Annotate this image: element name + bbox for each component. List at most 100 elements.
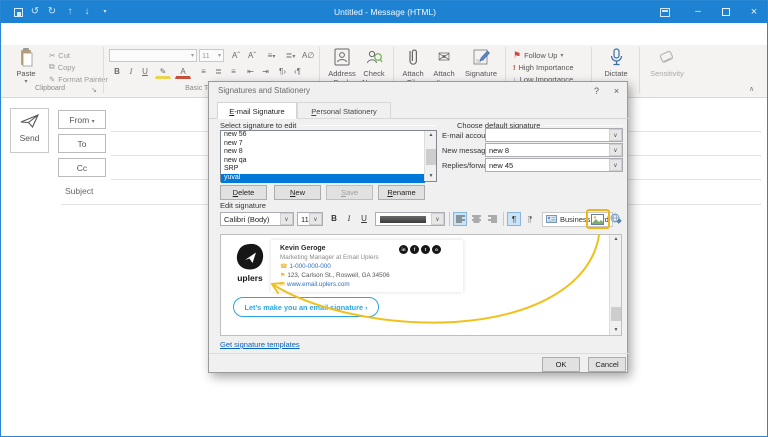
rtl-paragraph-icon[interactable]: ‹¶ xyxy=(291,66,304,77)
ltr-direction-icon[interactable]: ¶ xyxy=(507,212,521,226)
combo-caret-icon[interactable]: ∨ xyxy=(609,159,622,171)
scroll-down-icon[interactable]: ▼ xyxy=(610,326,622,335)
cancel-button[interactable]: Cancel xyxy=(588,357,626,372)
combo-caret-icon[interactable]: ∨ xyxy=(609,144,622,156)
card-phone[interactable]: 1-000-000-000 xyxy=(289,263,330,270)
send-button[interactable]: Send xyxy=(10,108,49,153)
cta-button[interactable]: Let's make you an email signature › xyxy=(233,297,379,317)
undo-icon[interactable]: ↺ xyxy=(28,5,42,19)
tab-personal-stationery[interactable]: Personal Stationery xyxy=(297,102,391,119)
card-website[interactable]: www.email.uplers.com xyxy=(287,281,350,288)
list-item-selected[interactable]: yuval xyxy=(221,173,425,183)
instagram-icon[interactable]: o xyxy=(432,245,441,254)
facebook-icon[interactable]: f xyxy=(410,245,419,254)
scroll-up-icon[interactable]: ▲ xyxy=(425,131,437,140)
insert-hyperlink-icon[interactable] xyxy=(609,211,623,227)
numbering-icon[interactable]: ≣▾ xyxy=(282,50,299,61)
linkedin-icon[interactable]: in xyxy=(399,245,408,254)
ltr-paragraph-icon[interactable]: ¶› xyxy=(276,66,289,77)
list-item[interactable]: SRP xyxy=(221,165,425,174)
email-account-combo[interactable]: ∨ xyxy=(485,128,623,142)
align-center-icon[interactable]: ≣ xyxy=(212,66,225,77)
paste-button[interactable]: Paste ▾ xyxy=(9,46,43,85)
font-color-icon[interactable]: A xyxy=(175,66,191,79)
ribbon-display-options-icon[interactable] xyxy=(653,1,677,23)
bold-button[interactable]: B xyxy=(111,66,123,77)
list-item[interactable]: new 56 xyxy=(221,131,425,140)
sig-align-right-icon[interactable] xyxy=(485,212,499,226)
dialog-close-button[interactable]: × xyxy=(609,84,624,98)
align-left-icon[interactable]: ≡ xyxy=(197,66,210,77)
list-item[interactable]: new 7 xyxy=(221,140,425,149)
collapse-ribbon-icon[interactable]: ∧ xyxy=(749,85,754,93)
rtl-direction-icon[interactable]: ¶ xyxy=(523,212,537,226)
customize-qat-icon[interactable]: ▾ xyxy=(98,5,112,19)
grow-font-icon[interactable]: Aˆ xyxy=(229,50,243,61)
bullets-icon[interactable]: ≡▾ xyxy=(263,50,280,61)
combo-caret-icon[interactable]: ∨ xyxy=(309,213,322,225)
sig-bold-button[interactable]: B xyxy=(328,213,340,224)
align-right-icon[interactable]: ≡ xyxy=(227,66,240,77)
edit-area-scrollbar[interactable]: ▲ ▼ xyxy=(609,235,621,335)
scroll-up-icon[interactable]: ▲ xyxy=(610,235,622,244)
save-icon[interactable] xyxy=(11,5,25,19)
ok-button[interactable]: OK xyxy=(542,357,580,372)
maximize-button[interactable] xyxy=(713,1,739,23)
decrease-indent-icon[interactable]: ⇤ xyxy=(244,66,257,77)
scroll-thumb[interactable] xyxy=(426,149,436,165)
signature-button[interactable]: Signature xyxy=(461,46,501,78)
sig-align-center-icon[interactable] xyxy=(469,212,483,226)
signature-edit-area[interactable]: uplers Kevin Geroge Marketing Manager at… xyxy=(220,234,622,336)
format-painter-button[interactable]: ✎ Format Painter xyxy=(49,73,108,85)
sig-align-left-icon[interactable] xyxy=(453,212,467,226)
card-address-row: ⚑ 123, Carlson St., Roswell, GA 34506 xyxy=(280,272,390,279)
font-family-combo[interactable]: ▾ xyxy=(109,49,197,62)
font-size-combo[interactable]: 11 ▾ xyxy=(199,49,224,62)
copy-button[interactable]: ⧉ Copy xyxy=(49,61,75,73)
cut-button[interactable]: ✂ Cut xyxy=(49,49,70,61)
italic-button[interactable]: I xyxy=(125,66,137,77)
tab-email-signature[interactable]: E-mail Signature xyxy=(217,102,297,119)
new-button[interactable]: New xyxy=(274,185,321,200)
combo-caret-icon[interactable]: ∨ xyxy=(280,213,293,225)
move-up-icon[interactable]: ↑ xyxy=(63,5,77,19)
dictate-button[interactable]: Dictate xyxy=(599,46,633,78)
insert-picture-icon[interactable] xyxy=(589,211,606,227)
get-templates-link[interactable]: Get signature templates xyxy=(220,340,300,349)
underline-button[interactable]: U xyxy=(139,66,151,77)
sig-underline-button[interactable]: U xyxy=(358,213,370,224)
replies-forwards-combo[interactable]: new 45 ∨ xyxy=(485,158,623,172)
sig-italic-button[interactable]: I xyxy=(343,213,355,224)
ribbon-tab-bar: File Message Insert Options Format Text … xyxy=(1,23,767,65)
follow-up-button[interactable]: ⚑ Follow Up ▾ xyxy=(513,49,563,61)
new-messages-combo[interactable]: new 8 ∨ xyxy=(485,143,623,157)
scroll-down-icon[interactable]: ▼ xyxy=(425,172,437,181)
clipboard-dialog-launcher-icon[interactable]: ↘ xyxy=(91,86,97,94)
shrink-font-icon[interactable]: Aˇ xyxy=(245,50,259,61)
clear-formatting-icon[interactable]: A∅ xyxy=(301,50,314,61)
high-importance-button[interactable]: ! High Importance xyxy=(513,61,574,73)
highlight-color-icon[interactable]: ✎ xyxy=(155,66,171,79)
minimize-button[interactable]: – xyxy=(685,1,711,23)
font-color-combo[interactable]: ∨ xyxy=(375,212,445,226)
delete-button[interactable]: Delete xyxy=(220,185,267,200)
cc-button[interactable]: Cc xyxy=(58,158,106,177)
move-down-icon[interactable]: ↓ xyxy=(80,5,94,19)
list-scrollbar[interactable]: ▲ ▼ xyxy=(424,131,436,181)
signature-size-combo[interactable]: 11 ∨ xyxy=(297,212,323,226)
from-button[interactable]: From ▾ xyxy=(58,110,106,129)
list-item[interactable]: new qa xyxy=(221,157,425,166)
scroll-thumb[interactable] xyxy=(611,307,621,321)
combo-caret-icon[interactable]: ∨ xyxy=(609,129,622,141)
color-swatch xyxy=(380,215,426,223)
combo-caret-icon[interactable]: ∨ xyxy=(431,213,444,225)
rename-button[interactable]: Rename xyxy=(378,185,425,200)
twitter-icon[interactable]: t xyxy=(421,245,430,254)
dialog-help-button[interactable]: ? xyxy=(589,84,604,98)
list-item[interactable]: new 8 xyxy=(221,148,425,157)
close-button[interactable]: × xyxy=(741,1,767,23)
signature-font-combo[interactable]: Calibri (Body) ∨ xyxy=(220,212,294,226)
to-button[interactable]: To xyxy=(58,134,106,153)
increase-indent-icon[interactable]: ⇥ xyxy=(259,66,272,77)
redo-icon[interactable]: ↻ xyxy=(45,5,59,19)
